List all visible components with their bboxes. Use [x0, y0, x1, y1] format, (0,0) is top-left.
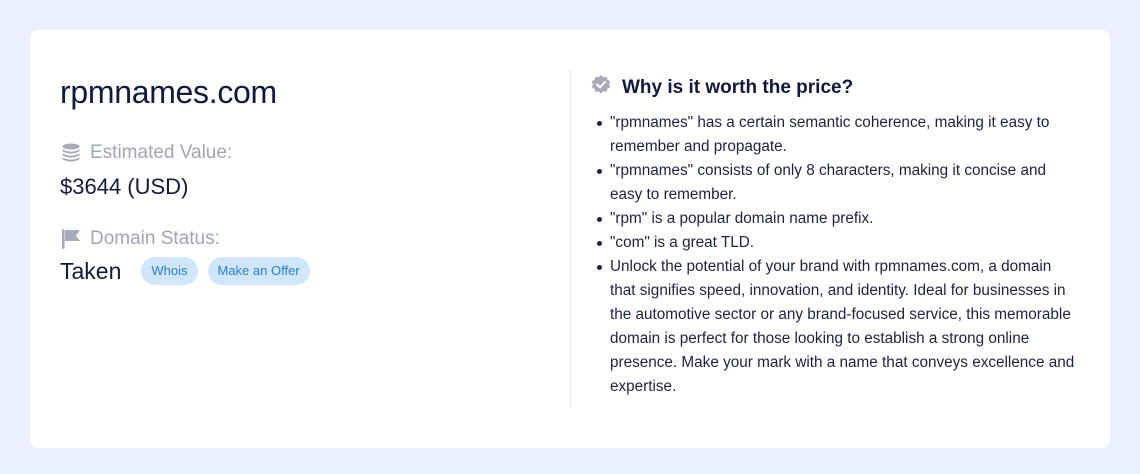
list-item: Unlock the potential of your brand with … — [597, 255, 1080, 399]
list-item: "rpmnames" consists of only 8 characters… — [597, 159, 1080, 207]
domain-status-value: Taken — [60, 257, 122, 284]
estimated-value-label-row: Estimated Value: — [60, 142, 232, 164]
column-divider — [570, 70, 571, 408]
list-item: "com" is a great TLD. — [597, 231, 1080, 255]
list-item: "rpm" is a popular domain name prefix. — [597, 207, 1080, 231]
estimated-value-label: Estimated Value: — [90, 142, 233, 163]
worth-reasons-list: "rpmnames" has a certain semantic cohere… — [590, 111, 1080, 399]
whois-button[interactable]: Whois — [141, 257, 198, 285]
flag-icon — [60, 228, 82, 250]
domain-info-card: rpmnames.com Estimated Value: $3644 (USD… — [30, 30, 1110, 448]
worth-header: Why is it worth the price? — [590, 74, 853, 101]
list-item: "rpmnames" has a certain semantic cohere… — [597, 111, 1080, 159]
domain-name: rpmnames.com — [60, 74, 277, 110]
domain-status-row: Taken Whois Make an Offer — [60, 257, 320, 285]
estimated-value: $3644 (USD) — [60, 174, 189, 199]
domain-status-label-row: Domain Status: — [60, 228, 220, 250]
make-offer-button[interactable]: Make an Offer — [207, 257, 310, 285]
verified-badge-icon — [590, 74, 612, 101]
worth-title: Why is it worth the price? — [622, 76, 854, 98]
coins-icon — [60, 142, 82, 164]
domain-status-label: Domain Status: — [90, 228, 220, 249]
